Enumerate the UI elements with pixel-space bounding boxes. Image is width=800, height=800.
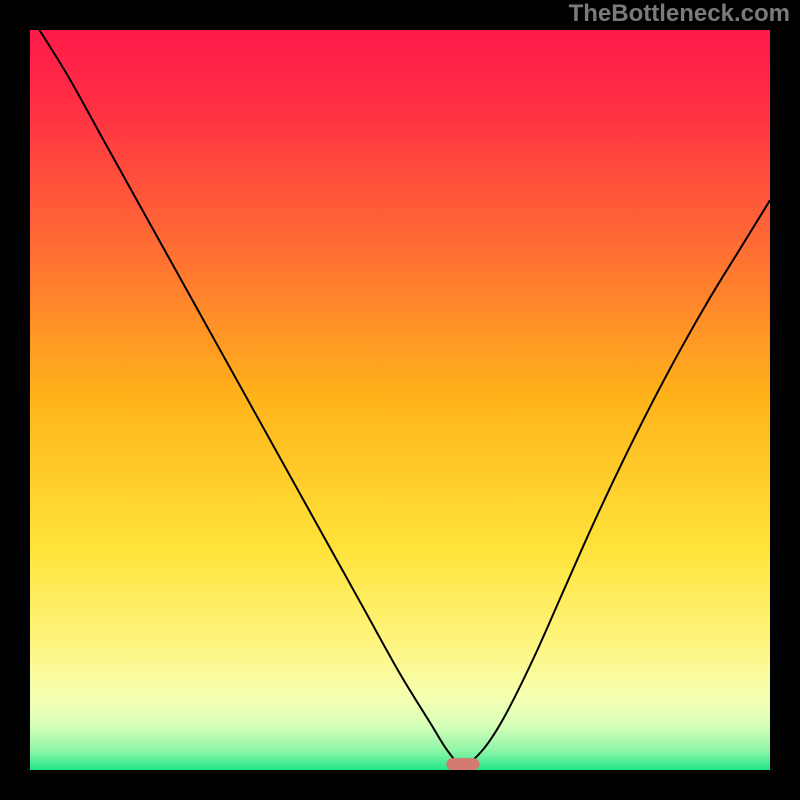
gradient-background: [30, 30, 770, 770]
bottleneck-plot: [0, 0, 800, 800]
chart-container: TheBottleneck.com: [0, 0, 800, 800]
optimum-marker: [446, 758, 479, 770]
